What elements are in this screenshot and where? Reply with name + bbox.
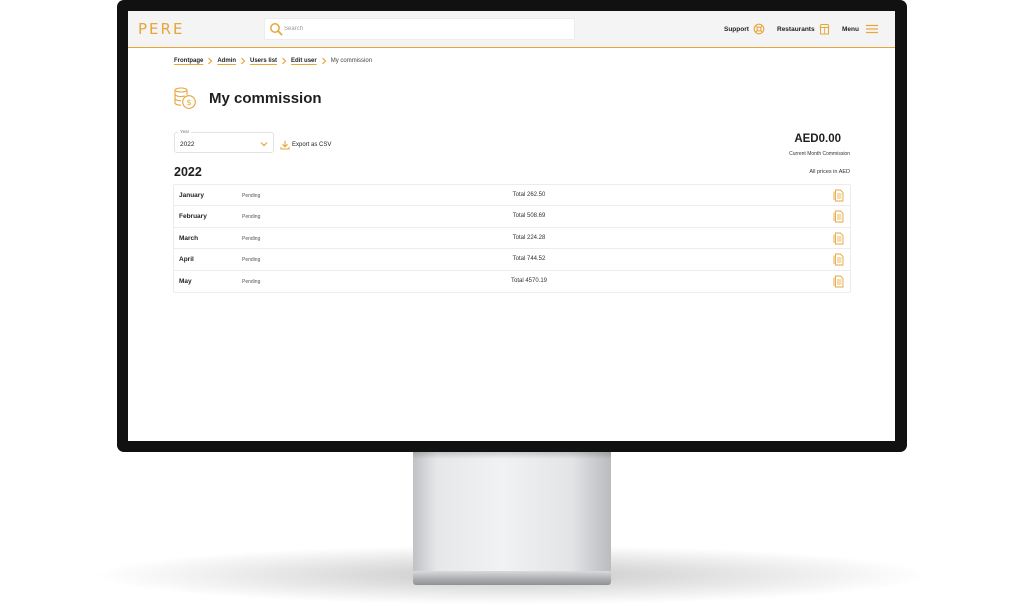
price-note: All prices in AED bbox=[809, 169, 850, 175]
month-name: January bbox=[179, 192, 204, 199]
support-link[interactable]: Support bbox=[724, 22, 765, 36]
month-name: February bbox=[179, 213, 207, 221]
year-select[interactable]: Year 2022 bbox=[174, 129, 274, 153]
chevron-right-icon bbox=[321, 57, 327, 65]
hamburger-icon bbox=[865, 24, 878, 34]
breadcrumb-frontpage[interactable]: Frontpage bbox=[174, 58, 203, 64]
breadcrumb: Frontpage Admin Users list Edit user My … bbox=[174, 56, 372, 66]
month-name: May bbox=[179, 277, 192, 285]
month-status: Pending bbox=[242, 257, 261, 264]
month-total: Total 224.28 bbox=[512, 234, 546, 241]
chevron-right-icon bbox=[208, 57, 213, 65]
month-total: Total 262.50 bbox=[512, 192, 546, 198]
menu-label: Menu bbox=[842, 25, 859, 33]
lifebuoy-icon bbox=[753, 23, 765, 35]
month-name: April bbox=[179, 256, 194, 264]
export-csv-button[interactable]: Export as CSV bbox=[280, 139, 331, 150]
breadcrumb-users-list[interactable]: Users list bbox=[250, 58, 277, 64]
breadcrumb-edit-user[interactable]: Edit user bbox=[291, 58, 317, 64]
year-heading: 2022 bbox=[174, 165, 202, 179]
coins-icon: $ bbox=[174, 87, 196, 109]
export-csv-label: Export as CSV bbox=[292, 141, 332, 148]
monitor-screen: PERE Support Restaurants bbox=[128, 11, 895, 441]
search-box[interactable] bbox=[264, 18, 575, 40]
month-status: Pending bbox=[242, 235, 261, 242]
current-month-amount: AED0.00 bbox=[794, 133, 841, 145]
breadcrumb-current: My commission bbox=[330, 58, 373, 64]
restaurants-link[interactable]: Restaurants bbox=[777, 22, 830, 36]
download-icon bbox=[280, 140, 290, 150]
year-select-value: 2022 bbox=[180, 141, 195, 148]
invoice-icon[interactable] bbox=[833, 210, 844, 223]
brand-logo[interactable]: PERE bbox=[138, 20, 184, 38]
current-month-label: Current Month Commission bbox=[789, 151, 850, 157]
chevron-right-icon bbox=[282, 57, 287, 65]
month-total: Total 744.52 bbox=[512, 256, 546, 263]
invoice-icon[interactable] bbox=[833, 275, 844, 288]
monitor-stand-base bbox=[413, 571, 611, 585]
month-total: Total 508.69 bbox=[512, 213, 546, 220]
restaurants-label: Restaurants bbox=[777, 25, 815, 33]
page-title: My commission bbox=[209, 89, 322, 107]
store-icon bbox=[819, 24, 830, 35]
list-item[interactable]: May Pending Total 4570.19 bbox=[174, 270, 850, 292]
list-item[interactable]: March Pending Total 224.28 bbox=[174, 227, 850, 250]
commission-list: January Pending Total 262.50 February Pe… bbox=[173, 184, 851, 293]
search-input[interactable] bbox=[284, 21, 564, 37]
list-item[interactable]: February Pending Total 508.69 bbox=[174, 206, 850, 228]
chevron-down-icon bbox=[260, 142, 268, 147]
app-header: PERE Support Restaurants bbox=[128, 11, 895, 48]
support-label: Support bbox=[724, 25, 749, 33]
page-title-row: $ My commission bbox=[173, 86, 322, 110]
invoice-icon[interactable] bbox=[833, 189, 844, 202]
month-status: Pending bbox=[242, 193, 261, 199]
chevron-right-icon bbox=[241, 57, 246, 65]
monitor-stand bbox=[413, 451, 611, 573]
month-name: March bbox=[179, 234, 199, 242]
breadcrumb-admin[interactable]: Admin bbox=[217, 58, 236, 64]
menu-button[interactable]: Menu bbox=[842, 22, 879, 36]
month-status: Pending bbox=[242, 214, 261, 221]
svg-text:$: $ bbox=[186, 98, 191, 107]
month-total: Total 4570.19 bbox=[510, 277, 548, 284]
search-icon bbox=[270, 23, 283, 36]
list-item[interactable]: April Pending Total 744.52 bbox=[174, 249, 850, 271]
invoice-icon[interactable] bbox=[833, 253, 844, 266]
month-status: Pending bbox=[242, 278, 261, 285]
list-item[interactable]: January Pending Total 262.50 bbox=[174, 185, 850, 207]
invoice-icon[interactable] bbox=[833, 232, 844, 245]
year-select-label: Year bbox=[178, 129, 192, 134]
